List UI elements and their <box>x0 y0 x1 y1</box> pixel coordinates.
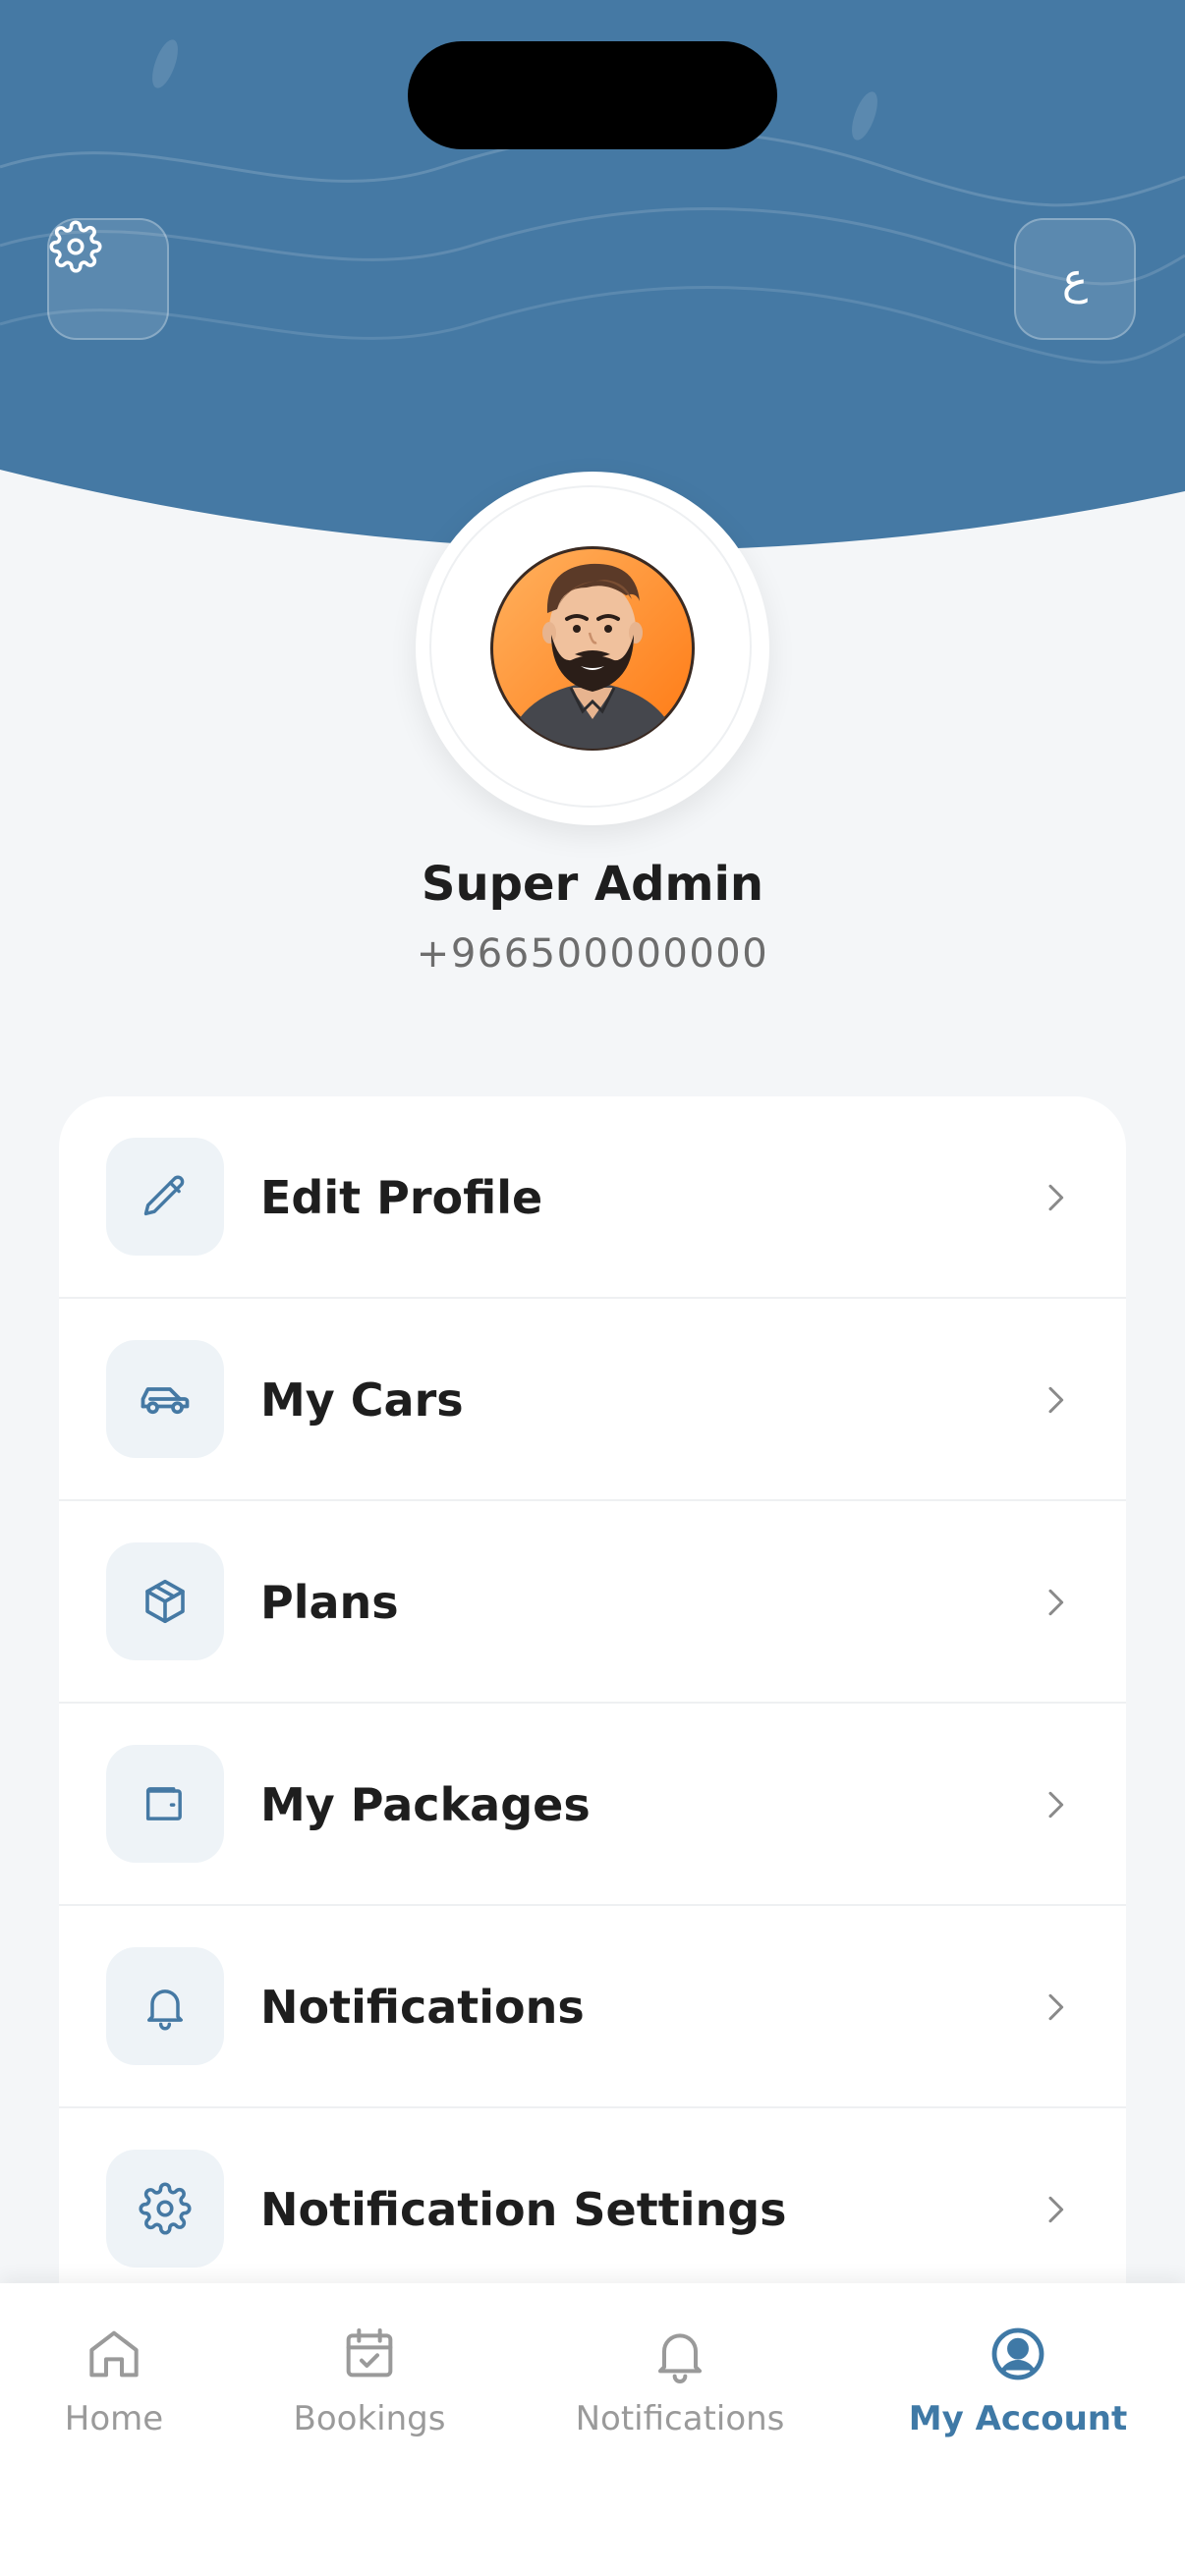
chevron-right-icon <box>1048 1386 1064 1414</box>
chevron-right-icon <box>1048 2196 1064 2223</box>
wallet-icon <box>106 1745 224 1863</box>
account-menu: Edit Profile My Cars Plans My Packages N… <box>59 1096 1126 2492</box>
avatar[interactable] <box>416 472 769 825</box>
tab-bookings[interactable]: Bookings <box>271 2323 468 2460</box>
menu-item-my-cars[interactable]: My Cars <box>59 1299 1126 1501</box>
chevron-right-icon <box>1048 1993 1064 2021</box>
menu-item-plans[interactable]: Plans <box>59 1501 1126 1704</box>
user-circle-icon <box>991 2327 1044 2380</box>
tab-label: Home <box>64 2399 164 2438</box>
chevron-right-icon <box>1048 1589 1064 1616</box>
pencil-icon <box>106 1138 224 1256</box>
chevron-right-icon <box>1048 1184 1064 1211</box>
tab-my-account[interactable]: My Account <box>900 2323 1136 2460</box>
calendar-check-icon <box>346 2328 393 2378</box>
bell-icon <box>106 1947 224 2065</box>
menu-item-notifications[interactable]: Notifications <box>59 1906 1126 2108</box>
tab-notifications[interactable]: Notifications <box>562 2323 798 2460</box>
avatar-illustration <box>490 546 695 751</box>
menu-item-label: My Packages <box>260 1778 591 1831</box>
menu-item-label: Notification Settings <box>260 2183 787 2236</box>
camera-notch <box>408 41 777 149</box>
home-icon <box>89 2330 139 2378</box>
menu-item-label: Edit Profile <box>260 1171 543 1224</box>
menu-item-edit-profile[interactable]: Edit Profile <box>59 1096 1126 1299</box>
bell-icon <box>658 2333 702 2383</box>
tab-label: Bookings <box>293 2399 446 2438</box>
chevron-right-icon <box>1048 1791 1064 1819</box>
gear-icon <box>106 2150 224 2268</box>
menu-item-notification-settings[interactable]: Notification Settings <box>59 2108 1126 2311</box>
menu-item-label: My Cars <box>260 1373 464 1427</box>
language-toggle-button[interactable]: ع <box>1014 218 1136 340</box>
car-icon <box>106 1340 224 1458</box>
tab-label: My Account <box>908 2399 1128 2438</box>
tab-home[interactable]: Home <box>35 2323 193 2460</box>
menu-item-label: Notifications <box>260 1981 585 2034</box>
profile-phone: +966500000000 <box>416 931 769 977</box>
menu-item-my-packages[interactable]: My Packages <box>59 1704 1126 1906</box>
tab-label: Notifications <box>575 2399 785 2438</box>
profile-name: Super Admin <box>421 857 764 912</box>
menu-item-label: Plans <box>260 1576 399 1629</box>
box-icon <box>106 1542 224 1660</box>
settings-button[interactable] <box>47 218 169 340</box>
bottom-tab-bar: Home Bookings Notifications My Account <box>0 2283 1185 2576</box>
language-toggle-label: ع <box>1061 253 1089 305</box>
